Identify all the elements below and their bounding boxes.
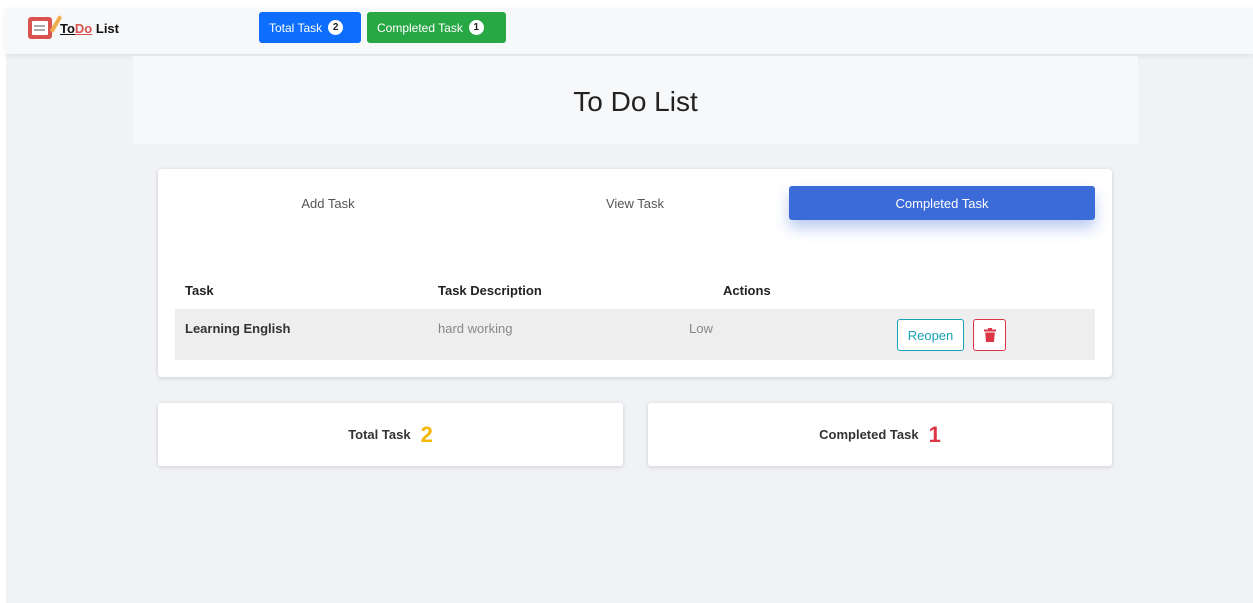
total-task-label: Total Task: [348, 427, 411, 442]
notepad-icon: [26, 15, 63, 41]
total-task-badge: 2: [328, 20, 344, 35]
completed-task-value: 1: [928, 421, 941, 447]
completed-task-label: Completed Task: [819, 427, 919, 442]
tab-completed-task[interactable]: Completed Task: [789, 186, 1095, 220]
total-task-button-label: Total Task: [269, 20, 323, 35]
tab-view-task[interactable]: View Task: [482, 186, 788, 220]
column-header-description: Task Description: [438, 283, 542, 298]
app-viewport: ToDo List Total Task 2 Completed Task 1 …: [6, 8, 1253, 603]
completed-task-button-label: Completed Task: [377, 20, 463, 35]
completed-task-badge: 1: [468, 20, 484, 35]
tab-add-task[interactable]: Add Task: [175, 186, 481, 220]
total-task-button[interactable]: Total Task 2: [259, 12, 361, 43]
page-title: To Do List: [573, 86, 698, 117]
header-panel: To Do List: [133, 56, 1138, 144]
task-priority: Low: [689, 321, 713, 336]
total-task-card: Total Task 2: [158, 403, 623, 466]
brand-text: ToDo List: [60, 20, 119, 36]
delete-button[interactable]: [973, 319, 1006, 351]
column-header-actions: Actions: [723, 283, 771, 298]
completed-task-button[interactable]: Completed Task 1: [367, 12, 506, 43]
reopen-button[interactable]: Reopen: [897, 319, 964, 351]
navbar: ToDo List Total Task 2 Completed Task 1: [6, 8, 1253, 54]
total-task-value: 2: [420, 421, 433, 447]
task-card: Add Task View Task Completed Task Task T…: [158, 169, 1112, 377]
completed-task-card: Completed Task 1: [648, 403, 1112, 466]
brand[interactable]: ToDo List: [26, 13, 119, 43]
task-description: hard working: [438, 321, 513, 336]
column-header-task: Task: [185, 283, 214, 298]
trash-icon: [983, 328, 996, 342]
task-name: Learning English: [185, 321, 291, 336]
